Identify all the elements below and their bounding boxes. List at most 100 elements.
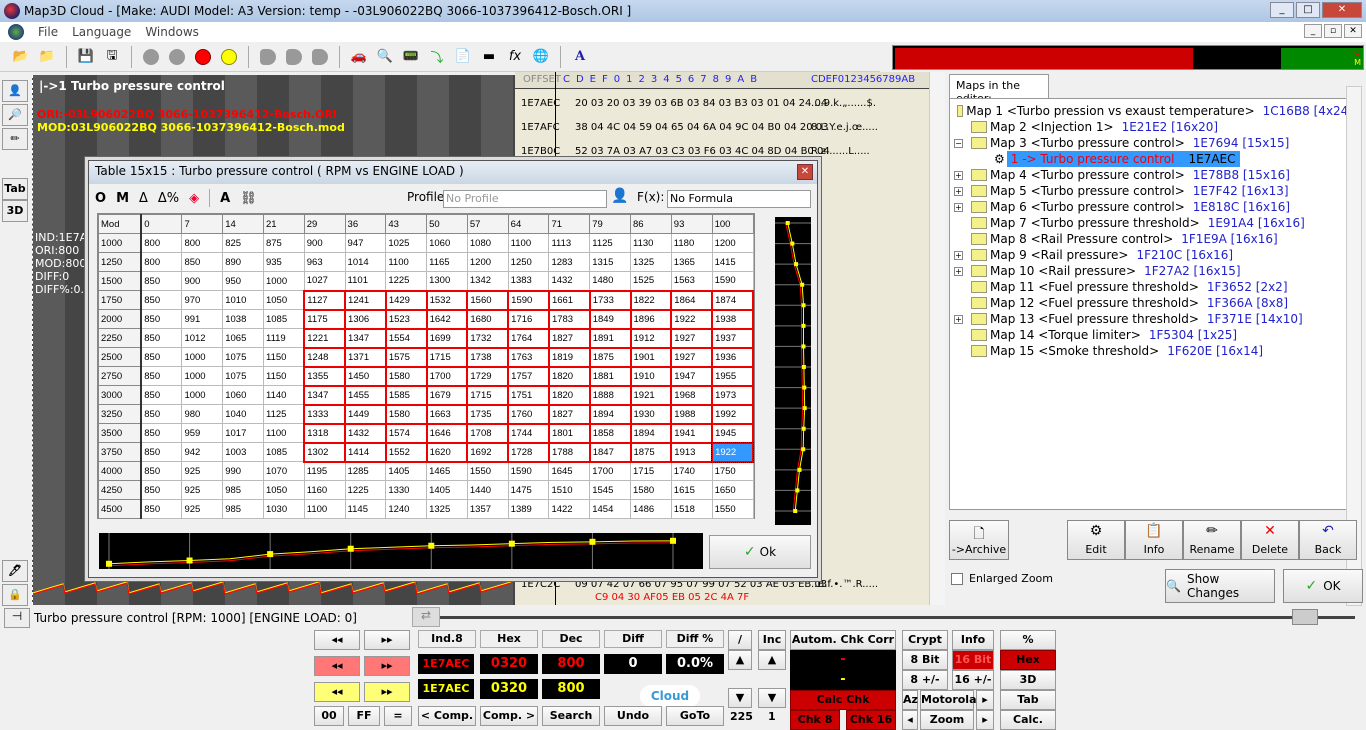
table-cell[interactable]: 800 <box>181 233 224 253</box>
column-header[interactable]: 100 <box>711 214 754 234</box>
up-button-1[interactable]: ▲ <box>728 650 752 670</box>
maximize-button[interactable]: □ <box>1296 2 1320 18</box>
table-cell[interactable]: 1715 <box>466 384 510 406</box>
font-button[interactable]: A <box>220 191 230 206</box>
zoom-prev-button[interactable]: ◂ <box>902 710 918 730</box>
table-cell[interactable]: 1988 <box>670 403 714 425</box>
table-cell[interactable]: 1642 <box>425 308 469 330</box>
pencil-icon[interactable]: ✏ <box>2 128 28 150</box>
chip-icon[interactable]: ▬ <box>478 46 500 68</box>
table-cell[interactable]: 1325 <box>630 252 672 272</box>
open-edit-icon[interactable]: 📁 <box>36 46 58 68</box>
person-icon[interactable]: 👤 <box>2 80 28 102</box>
table-cell[interactable]: 1415 <box>711 252 754 272</box>
table-cell[interactable]: 1250 <box>507 252 550 272</box>
table-cell[interactable]: 850 <box>181 252 224 272</box>
row-header[interactable]: 3250 <box>98 404 143 424</box>
save-as-icon[interactable]: 🖫 <box>101 46 123 68</box>
column-header[interactable]: 36 <box>344 214 387 234</box>
dialog-ok-button[interactable]: ✓ Ok <box>709 535 811 569</box>
zoom-button[interactable]: Zoom <box>920 710 974 730</box>
table-cell[interactable]: 825 <box>222 233 264 253</box>
table-cell[interactable]: 1945 <box>711 422 754 444</box>
row-header[interactable]: 1500 <box>98 271 143 291</box>
table-cell[interactable]: 1085 <box>262 442 305 462</box>
map-tree-item[interactable]: + Map 4 <Turbo pressure control> 1E78B8 [1… <box>950 167 1353 183</box>
map-tree-item[interactable]: + Map 10 <Rail pressure> 1F27A2 [16x15] <box>950 263 1353 279</box>
table-cell[interactable]: 1480 <box>589 271 632 291</box>
table-cell[interactable]: 1708 <box>466 422 510 444</box>
column-header[interactable]: 43 <box>385 214 428 234</box>
table-cell[interactable]: 1590 <box>507 289 550 311</box>
lock-icon[interactable]: 🔒 <box>2 584 28 606</box>
table-cell[interactable]: 1847 <box>588 441 632 463</box>
formula-select[interactable]: No Formula <box>667 190 811 208</box>
table-cell[interactable]: 1532 <box>425 289 469 311</box>
table-cell[interactable]: 1355 <box>303 365 347 387</box>
table-cell[interactable]: 1075 <box>222 366 264 386</box>
table-cell[interactable]: 1454 <box>589 499 632 519</box>
table-cell[interactable]: 1552 <box>384 441 428 463</box>
slash-button[interactable]: / <box>728 630 752 650</box>
table-cell[interactable]: 942 <box>181 442 224 462</box>
table-cell[interactable]: 1302 <box>303 441 347 463</box>
table-cell[interactable]: 1888 <box>588 384 632 406</box>
table-cell[interactable]: 1590 <box>711 271 754 291</box>
red-next-button[interactable]: ▸▸ <box>364 656 410 676</box>
table-cell[interactable]: 1070 <box>262 461 305 481</box>
table-cell[interactable]: 1912 <box>629 327 673 349</box>
table-cell[interactable]: 1027 <box>303 271 346 291</box>
table-cell[interactable]: 980 <box>181 404 224 424</box>
table-cell[interactable]: 850 <box>140 385 183 405</box>
table-cell[interactable]: 1050 <box>262 480 305 500</box>
cloud-badge[interactable]: Cloud <box>640 685 700 707</box>
hex-scrollbar[interactable] <box>929 72 945 605</box>
equal-button[interactable]: = <box>384 706 412 726</box>
table-cell[interactable]: 1615 <box>670 480 713 500</box>
table-cell[interactable]: 1510 <box>548 480 591 500</box>
table-cell[interactable]: 1788 <box>547 441 591 463</box>
chk8-button[interactable]: Chk 8 <box>790 710 840 730</box>
table-cell[interactable]: 1827 <box>547 327 591 349</box>
table-cell[interactable]: 1065 <box>222 328 264 348</box>
map-tree-item[interactable]: Map 7 <Turbo pressure threshold> 1E91A4 [… <box>950 215 1353 231</box>
table-cell[interactable]: 1523 <box>384 308 428 330</box>
table-cell[interactable]: 1894 <box>588 403 632 425</box>
table-cell[interactable]: 1100 <box>385 252 428 272</box>
table-cell[interactable]: 1000 <box>181 385 224 405</box>
table-cell[interactable]: 1921 <box>629 384 673 406</box>
minimize-button[interactable]: _ <box>1270 2 1294 18</box>
row-header[interactable]: 4500 <box>98 499 143 519</box>
enlarged-zoom-checkbox[interactable]: Enlarged Zoom <box>951 572 1053 585</box>
table-cell[interactable]: 1750 <box>711 461 754 481</box>
table-cell[interactable]: 850 <box>140 328 183 348</box>
table-cell[interactable]: 1000 <box>181 347 224 367</box>
table-cell[interactable]: 1822 <box>629 289 673 311</box>
mdi-minimize-button[interactable]: _ <box>1304 24 1322 38</box>
table-cell[interactable]: 1432 <box>344 422 387 444</box>
row-header[interactable]: 1750 <box>98 290 143 310</box>
table-cell[interactable]: 1010 <box>222 290 264 310</box>
red-circle-icon[interactable] <box>192 46 214 68</box>
table-cell[interactable]: 1738 <box>466 346 510 368</box>
gray-shape-icon[interactable] <box>257 46 279 68</box>
table-cell[interactable]: 1692 <box>466 441 510 463</box>
map-tree-item[interactable]: + Map 6 <Turbo pressure control> 1E818C [1… <box>950 199 1353 215</box>
table-cell[interactable]: 1732 <box>466 327 510 349</box>
table-cell[interactable]: 1620 <box>425 441 469 463</box>
eyedropper-icon[interactable]: 🖊 <box>2 560 28 582</box>
table-cell[interactable]: 1347 <box>344 327 387 349</box>
map-tree-item[interactable]: − Map 3 <Turbo pressure control> 1E7694 [1… <box>950 135 1353 151</box>
crypt-button[interactable]: Crypt <box>902 630 948 650</box>
table-cell[interactable]: 1405 <box>426 480 468 500</box>
hex-row[interactable]: 1E7AFC 38 04 4C 04 59 04 65 04 6A 04 9C … <box>515 122 930 140</box>
expand-toggle-icon[interactable]: + <box>954 314 963 324</box>
chk16-button[interactable]: Chk 16 <box>846 710 896 730</box>
table-cell[interactable]: 1330 <box>385 480 428 500</box>
table-cell[interactable]: 1175 <box>303 308 347 330</box>
delta-button[interactable]: Δ <box>139 191 148 206</box>
table-cell[interactable]: 1306 <box>344 308 387 330</box>
table-cell[interactable]: 1947 <box>670 365 714 387</box>
table-cell[interactable]: 1955 <box>711 365 754 387</box>
expand-toggle-icon[interactable]: + <box>954 266 963 276</box>
